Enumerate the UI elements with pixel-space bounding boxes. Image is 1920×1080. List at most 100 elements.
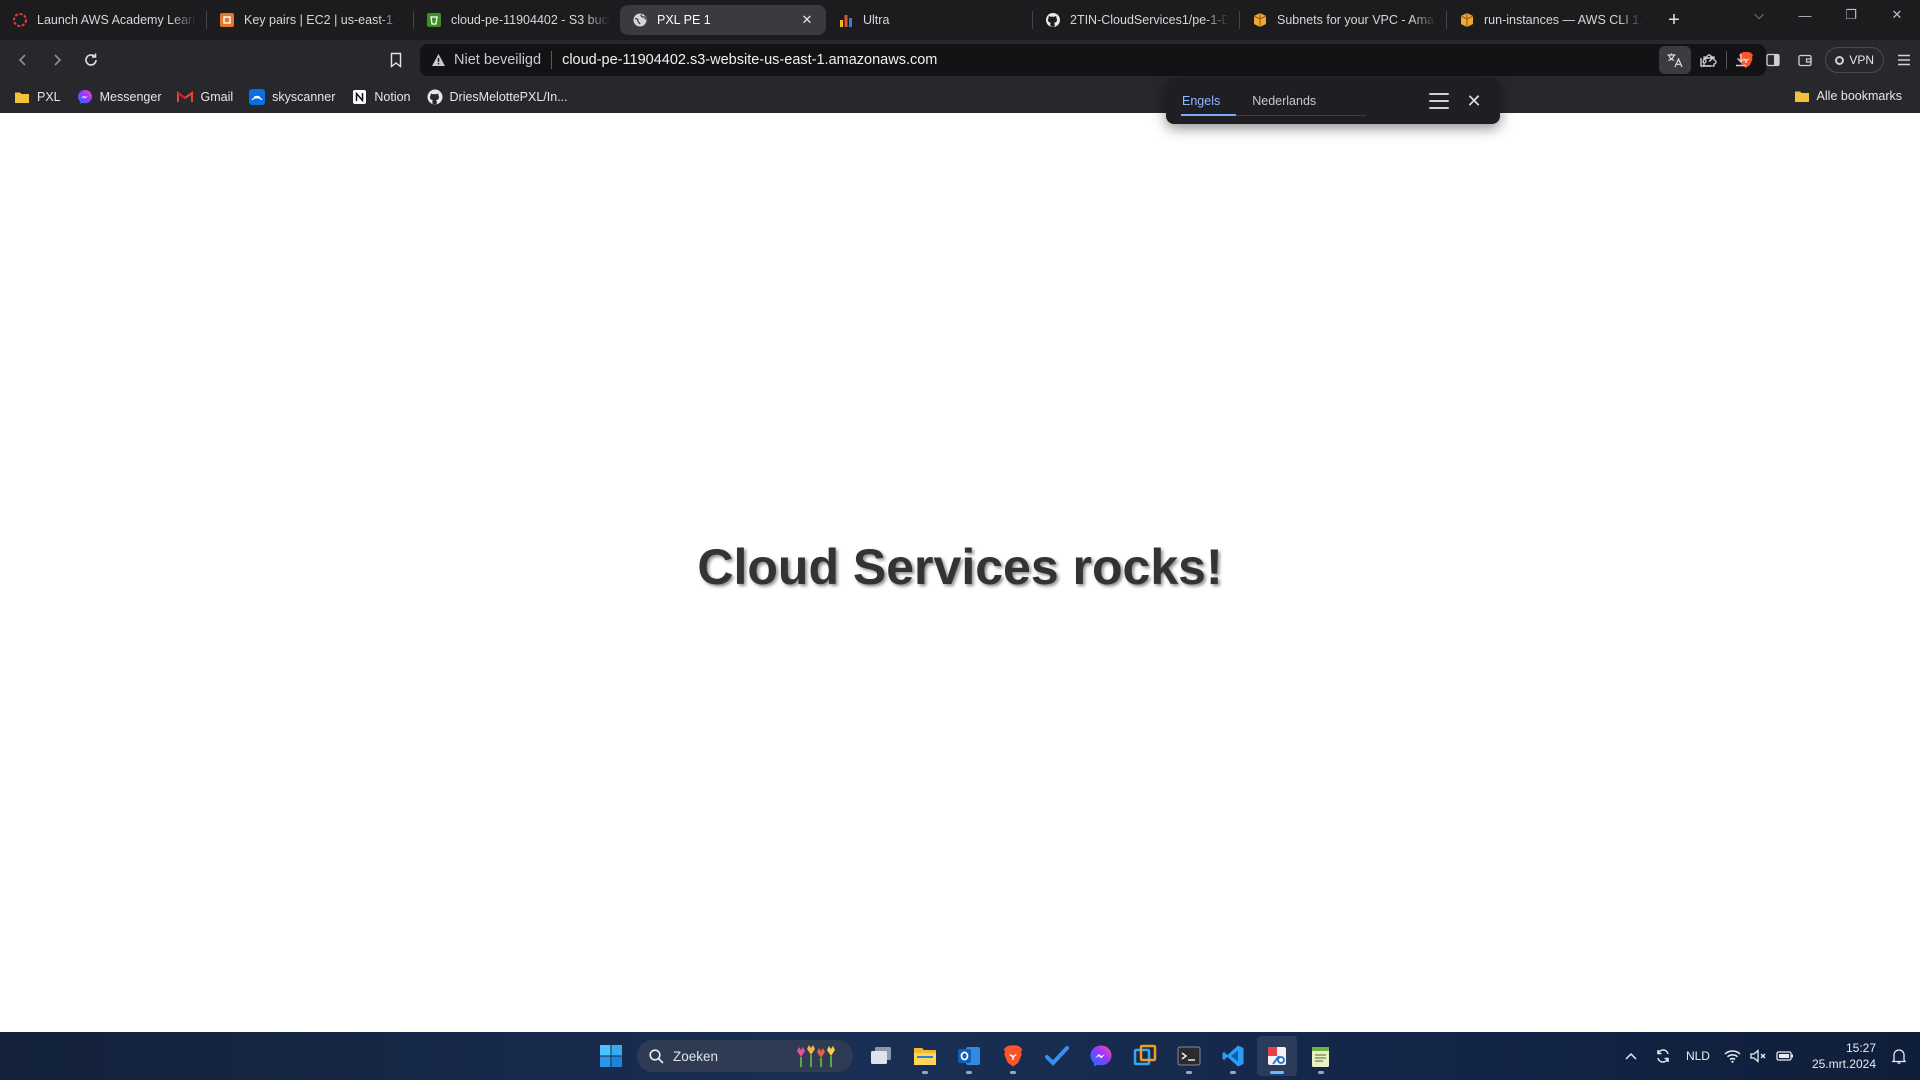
tab-aws-academy[interactable]: Launch AWS Academy Learner Lab [0, 5, 206, 35]
tab-s3-bucket[interactable]: cloud-pe-11904402 - S3 bucket [414, 5, 620, 35]
terminal-icon[interactable] [1169, 1036, 1209, 1076]
tab-github-pe[interactable]: 2TIN-CloudServices1/pe-1-DriesMelotte [1033, 5, 1239, 35]
bookmark-label: DriesMelottePXL/In... [449, 89, 568, 104]
vpn-label: VPN [1849, 53, 1874, 67]
tab-run-instances[interactable]: run-instances — AWS CLI 1.32 [1447, 5, 1653, 35]
file-explorer-icon[interactable] [905, 1036, 945, 1076]
vpn-button[interactable]: VPN [1825, 47, 1884, 73]
tab-title: 2TIN-CloudServices1/pe-1-DriesMelotte [1070, 13, 1229, 27]
close-window-button[interactable]: ✕ [1874, 0, 1920, 30]
vmware-icon[interactable] [1125, 1036, 1165, 1076]
warning-triangle-icon[interactable] [430, 52, 446, 68]
translate-options-menu-icon[interactable] [1428, 91, 1450, 111]
sidebar-icon [1766, 53, 1780, 67]
windows-start-icon[interactable] [591, 1036, 631, 1076]
browser-toolbar: Niet beveiligd cloud-pe-11904402.s3-webs… [0, 40, 1920, 80]
brave-icon[interactable] [993, 1036, 1033, 1076]
all-bookmarks-button[interactable]: Alle bookmarks [1788, 83, 1908, 109]
bookmark-label: Messenger [99, 89, 162, 104]
wifi-icon[interactable] [1720, 1036, 1746, 1076]
sidebar-button[interactable] [1757, 45, 1789, 75]
tab-title: Ultra [863, 13, 890, 27]
sync-icon[interactable] [1650, 1036, 1676, 1076]
reload-icon [85, 53, 97, 66]
bookmark-page-button[interactable] [381, 45, 411, 75]
gmail-icon [177, 89, 194, 105]
minimize-button[interactable]: — [1782, 0, 1828, 30]
back-button[interactable] [8, 45, 38, 75]
clock-date: 25.mrt.2024 [1811, 1057, 1876, 1071]
url-divider [551, 51, 553, 69]
folder-icon [1794, 88, 1810, 104]
globe-icon [632, 12, 648, 28]
tab-title: run-instances — AWS CLI 1.32 [1484, 13, 1643, 27]
bookmark-icon [390, 52, 402, 68]
input-language[interactable]: NLD [1686, 1049, 1710, 1063]
bookmarks-bar: PXL Messenger Gmail skyscanner Notion Dr… [0, 80, 1920, 113]
translate-button[interactable] [1659, 46, 1691, 74]
security-status[interactable]: Niet beveiligd [454, 52, 541, 68]
page-viewport: Cloud Services rocks! [0, 113, 1920, 1032]
search-placeholder: Zoeken [673, 1048, 719, 1064]
bookmark-label: Notion [374, 89, 411, 104]
windows-taskbar: Zoeken NLD 15:27 25.mrt.2024 [0, 1032, 1920, 1080]
tab-ultra[interactable]: Ultra [826, 5, 1032, 35]
reload-button[interactable] [76, 45, 106, 75]
bookmark-messenger[interactable]: Messenger [71, 84, 168, 110]
bookmark-skyscanner[interactable]: skyscanner [243, 84, 341, 110]
tab-vpc-subnets[interactable]: Subnets for your VPC - Amazon [1240, 5, 1446, 35]
translate-icon [1667, 53, 1683, 68]
notifications-icon[interactable] [1886, 1036, 1912, 1076]
forward-button[interactable] [42, 45, 72, 75]
tab-search-chevron-icon[interactable]: ⌵ [1736, 0, 1782, 30]
downloads-button[interactable] [1725, 45, 1757, 75]
notepad-icon[interactable] [1301, 1036, 1341, 1076]
todo-icon[interactable] [1037, 1036, 1077, 1076]
bookmark-github[interactable]: DriesMelottePXL/In... [421, 84, 574, 110]
github-icon [1045, 12, 1061, 28]
aws-docs-icon [1459, 12, 1475, 28]
extensions-button[interactable] [1693, 45, 1725, 75]
search-icon [649, 1048, 664, 1064]
tab-strip: Launch AWS Academy Learner Lab Key pairs… [0, 0, 1920, 40]
ec2-icon [219, 12, 235, 28]
bookmark-notion[interactable]: Notion [345, 84, 416, 110]
aws-docs-icon [1252, 12, 1268, 28]
bookmark-label: skyscanner [272, 89, 336, 104]
tab-close-icon[interactable]: ✕ [798, 11, 816, 29]
translate-close-icon[interactable]: ✕ [1464, 91, 1484, 111]
wallet-button[interactable] [1789, 45, 1821, 75]
tab-ec2-key-pairs[interactable]: Key pairs | EC2 | us-east-1 [207, 5, 413, 35]
snipping-tool-icon[interactable] [1257, 1036, 1297, 1076]
hamburger-icon [1898, 54, 1910, 66]
task-view-icon[interactable] [861, 1036, 901, 1076]
new-tab-button[interactable]: + [1659, 5, 1689, 35]
tab-title: Subnets for your VPC - Amazon [1277, 13, 1436, 27]
bookmark-gmail[interactable]: Gmail [171, 84, 239, 110]
tab-title: cloud-pe-11904402 - S3 bucket [451, 13, 610, 27]
bar-chart-icon [838, 12, 854, 28]
address-bar[interactable]: Niet beveiligd cloud-pe-11904402.s3-webs… [420, 44, 1766, 76]
url-text[interactable]: cloud-pe-11904402.s3-website-us-east-1.a… [562, 52, 937, 68]
s3-icon [426, 12, 442, 28]
clock[interactable]: 15:27 25.mrt.2024 [1812, 1040, 1876, 1072]
github-icon [427, 89, 443, 105]
taskbar-search[interactable]: Zoeken [637, 1040, 853, 1072]
restore-button[interactable]: ❐ [1828, 0, 1874, 30]
outlook-icon[interactable] [949, 1036, 989, 1076]
tab-language-engels[interactable]: Engels [1166, 78, 1237, 124]
search-highlight-tulips-icon [795, 1045, 845, 1069]
tab-language-nederlands[interactable]: Nederlands [1236, 78, 1332, 124]
messenger-icon[interactable] [1081, 1036, 1121, 1076]
chevron-up-icon[interactable] [1618, 1036, 1644, 1076]
bookmark-pxl[interactable]: PXL [8, 84, 67, 110]
messenger-icon [77, 89, 93, 105]
battery-icon[interactable] [1772, 1036, 1798, 1076]
clock-time: 15:27 [1845, 1041, 1876, 1055]
tab-pxl-pe-1[interactable]: PXL PE 1 ✕ [620, 5, 826, 35]
vpn-status-icon [1835, 55, 1845, 65]
vscode-icon[interactable] [1213, 1036, 1253, 1076]
main-menu-button[interactable] [1888, 45, 1920, 75]
volume-muted-icon[interactable] [1746, 1036, 1772, 1076]
notion-icon [351, 89, 367, 105]
